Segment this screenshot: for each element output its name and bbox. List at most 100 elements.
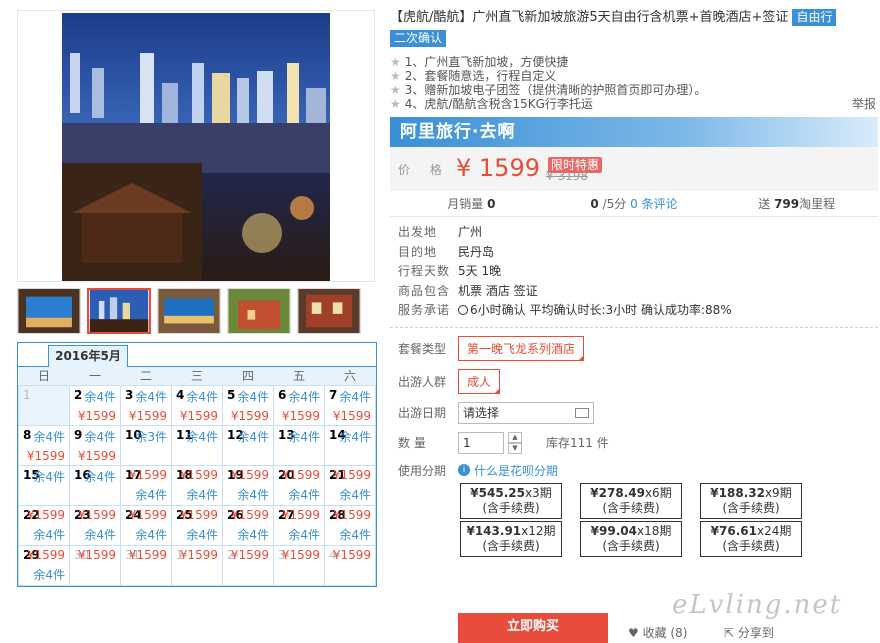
calendar-day[interactable]: 2 余4件 ¥1599 <box>69 384 121 426</box>
departure-calendar: 2016年5月 日一二三四五六 1 2 余4件 ¥1599 3 余4件 ¥1599 4 余4件 ¥… <box>17 342 377 587</box>
main-product-image[interactable] <box>17 10 375 282</box>
calendar-day[interactable]: 11 余4件 <box>171 424 223 466</box>
calendar-day[interactable]: 14 余4件 <box>324 424 376 466</box>
installment-option[interactable]: ¥76.61x24期 (含手续费) <box>700 520 802 557</box>
day-price: ¥1599 <box>26 547 65 562</box>
departure-city: 广州 <box>458 225 483 239</box>
service-promise: 6小时确认 平均确认时长:3小时 确认成功率:88% <box>458 301 732 321</box>
calendar-day[interactable]: 1 <box>18 384 70 426</box>
calendar-day[interactable]: 10 余3件 <box>120 424 172 466</box>
thumbnail-5[interactable] <box>297 288 361 334</box>
brand-banner: 阿里旅行·去啊 <box>390 117 878 147</box>
gallery-column: 2016年5月 日一二三四五六 1 2 余4件 ¥1599 3 余4件 ¥1599 4 余4件 ¥… <box>17 10 377 587</box>
package-option[interactable]: 第一晚飞龙系列酒店 <box>458 335 585 361</box>
weekday-header: 六 <box>324 367 376 385</box>
calendar-day[interactable]: 4 余4件 ¥1599 <box>171 384 223 426</box>
calendar-day[interactable]: 7 余4件 ¥1599 <box>324 384 376 426</box>
favorite-button[interactable]: ♥ 收藏 (8) <box>628 624 687 641</box>
stock-left: 余4件 <box>186 487 218 502</box>
calendar-day[interactable]: 13 余4件 <box>273 424 325 466</box>
day-number: 1 <box>23 387 31 402</box>
day-price: ¥1599 <box>230 408 269 423</box>
stock-left: 余4件 <box>237 429 269 444</box>
quantity-input[interactable]: 1 <box>458 431 504 454</box>
thumbnail-4[interactable] <box>227 288 291 334</box>
calendar-day[interactable]: 9 余4件 ¥1599 <box>69 424 121 466</box>
calendar-day[interactable]: 20 余4件 ¥1599 <box>273 464 325 506</box>
info-icon: i <box>458 464 470 476</box>
thumbnail-1[interactable] <box>17 288 81 334</box>
calendar-day[interactable]: 24 余4件 ¥1599 <box>120 504 172 546</box>
feature-item: ★ 1、广州直飞新加坡，方便快捷 <box>390 55 569 69</box>
calendar-day[interactable]: 17 余4件 ¥1599 <box>120 464 172 506</box>
day-price: ¥1599 <box>128 408 167 423</box>
calendar-day[interactable]: 25 余4件 ¥1599 <box>171 504 223 546</box>
day-price: ¥1599 <box>77 507 116 522</box>
installment-option[interactable]: ¥545.25x3期 (含手续费) <box>460 482 562 519</box>
stock-left: 余4件 <box>33 469 65 484</box>
quantity-down-icon[interactable]: ▼ <box>508 442 522 454</box>
second-confirm-tag: 二次确认 <box>390 30 447 47</box>
day-price: ¥1599 <box>77 547 116 562</box>
calendar-day[interactable]: 28 余4件 ¥1599 <box>324 504 376 546</box>
calendar-day[interactable]: 4 ¥1599 <box>324 544 376 586</box>
stock-left: 余4件 <box>84 469 116 484</box>
rating-score: 0 <box>590 197 599 211</box>
calendar-day[interactable]: 3 ¥1599 <box>273 544 325 586</box>
quantity-up-icon[interactable]: ▲ <box>508 431 522 443</box>
stock-left: 余4件 <box>237 487 269 502</box>
calendar-day[interactable]: 1 ¥1599 <box>171 544 223 586</box>
day-number: 9 <box>74 427 83 442</box>
calendar-day[interactable]: 8 余4件 ¥1599 <box>18 424 70 466</box>
calendar-day[interactable]: 6 余4件 ¥1599 <box>273 384 325 426</box>
calendar-day[interactable]: 31 ¥1599 <box>120 544 172 586</box>
stock-count: 库存111 件 <box>546 436 609 450</box>
share-button[interactable]: ⇱ 分享到 <box>724 624 774 641</box>
stock-left: 余4件 <box>186 527 218 542</box>
calendar-day[interactable]: 26 余4件 ¥1599 <box>222 504 274 546</box>
report-link[interactable]: 举报 <box>852 97 876 111</box>
stock-left: 余4件 <box>339 527 371 542</box>
day-price: ¥1599 <box>128 467 167 482</box>
thumbnail-2[interactable] <box>87 288 151 334</box>
stock-left: 余4件 <box>33 429 65 444</box>
calendar-day[interactable]: 18 余4件 ¥1599 <box>171 464 223 506</box>
calendar-day[interactable]: 12 余4件 <box>222 424 274 466</box>
calendar-day[interactable]: 27 余4件 ¥1599 <box>273 504 325 546</box>
stats-bar: 月销量 0 0 /5分 0 条评论 送 799淘里程 <box>390 191 878 217</box>
thumbnail-3[interactable] <box>157 288 221 334</box>
purchase-options: 套餐类型 第一晚飞龙系列酒店 出游人群 成人 出游日期 请选择 数 量 1 ▲ ▼ 库存111… <box>390 328 878 565</box>
installment-option[interactable]: ¥143.91x12期 (含手续费) <box>460 520 562 557</box>
day-price: ¥1599 <box>179 408 218 423</box>
calendar-day[interactable]: 3 余4件 ¥1599 <box>120 384 172 426</box>
day-price: ¥1599 <box>179 467 218 482</box>
installment-option[interactable]: ¥99.04x18期 (含手续费) <box>580 520 682 557</box>
installment-option[interactable]: ¥278.49x6期 (含手续费) <box>580 482 682 519</box>
installment-option[interactable]: ¥188.32x9期 (含手续费) <box>700 482 802 519</box>
day-price: ¥1599 <box>128 547 167 562</box>
calendar-day[interactable]: 15 余4件 <box>18 464 70 506</box>
stock-left: 余4件 <box>288 389 320 404</box>
share-icon: ⇱ <box>724 626 738 640</box>
traveler-group-option[interactable]: 成人 <box>458 368 501 394</box>
product-info-column: 【虎航/酷航】广州直飞新加坡旅游5天自由行含机票+首晚酒店+签证 自由行 二次确认… <box>390 8 878 565</box>
heart-icon: ♥ <box>628 626 643 640</box>
product-details: 出发地 广州 目的地 民丹岛 行程天数 5天 1晚 商品包含 机票 酒店 签证 服务承诺… <box>390 217 878 328</box>
star-icon: ★ <box>390 83 401 97</box>
calendar-day[interactable]: 22 余4件 ¥1599 <box>18 504 70 546</box>
calendar-day[interactable]: 16 余4件 <box>69 464 121 506</box>
calendar-day[interactable]: 30 ¥1599 <box>69 544 121 586</box>
special-offer-badge: 限时特惠 <box>548 157 603 173</box>
calendar-day[interactable]: 19 余4件 ¥1599 <box>222 464 274 506</box>
calendar-day[interactable]: 21 余4件 ¥1599 <box>324 464 376 506</box>
stock-left: 余4件 <box>339 487 371 502</box>
reviews-link[interactable]: 0 条评论 <box>630 197 677 211</box>
calendar-day[interactable]: 29 余4件 ¥1599 <box>18 544 70 586</box>
day-number: 7 <box>329 387 338 402</box>
calendar-day[interactable]: 5 余4件 ¥1599 <box>222 384 274 426</box>
travel-date-select[interactable]: 请选择 <box>458 401 594 424</box>
installment-grid: ¥545.25x3期 (含手续费) ¥278.49x6期 (含手续费) ¥188.3… <box>460 482 870 557</box>
installment-help-link[interactable]: 什么是花呗分期 <box>474 462 558 479</box>
calendar-day[interactable]: 2 ¥1599 <box>222 544 274 586</box>
calendar-day[interactable]: 23 余4件 ¥1599 <box>69 504 121 546</box>
